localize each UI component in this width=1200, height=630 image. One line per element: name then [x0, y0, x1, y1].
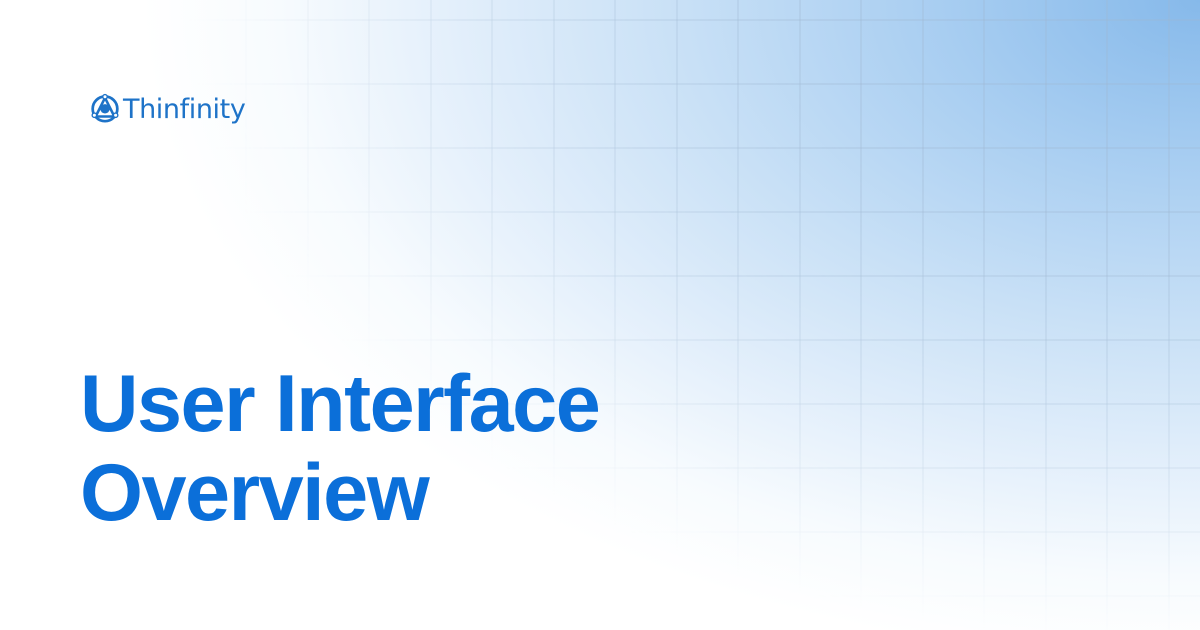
- title-line-1: User Interface: [80, 359, 601, 449]
- title-line-2: Overview: [80, 448, 430, 538]
- page-title: User Interface Overview: [80, 359, 601, 538]
- banner-canvas: Thinfinity User Interface Overview: [0, 0, 1200, 630]
- thinfinity-logo-icon: [91, 93, 119, 123]
- brand-name: Thinfinity: [123, 93, 246, 125]
- brand-logo: Thinfinity: [88, 86, 246, 130]
